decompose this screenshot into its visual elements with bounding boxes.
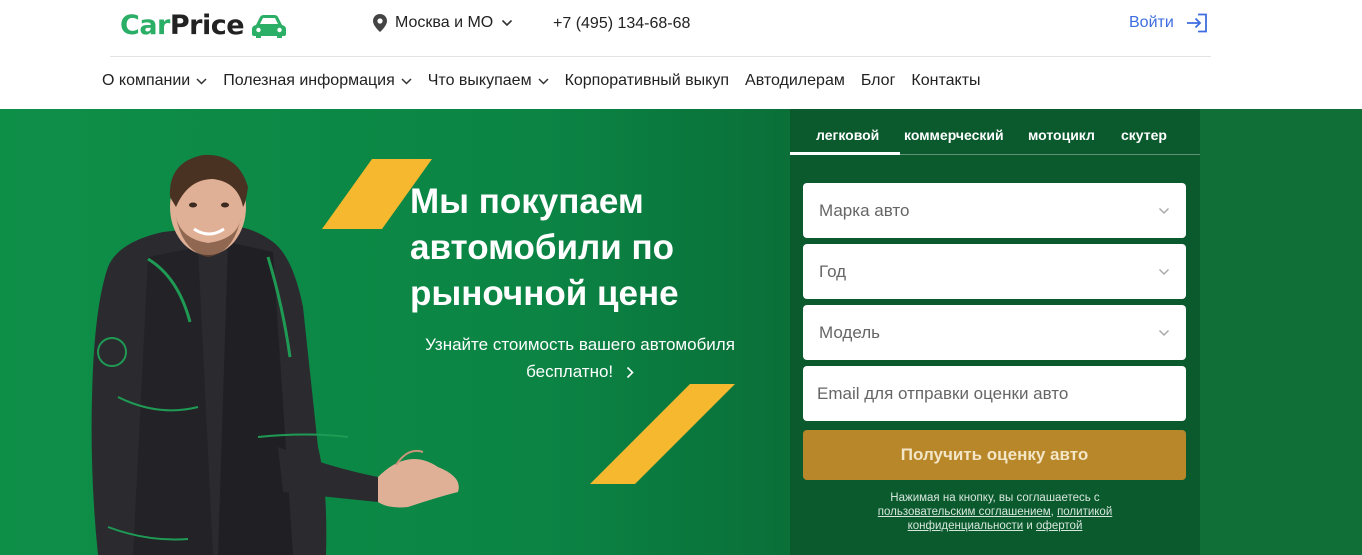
nav-item-label: Корпоративный выкуп [564, 72, 730, 89]
login-label: Войти [1129, 14, 1174, 31]
login-icon [1186, 13, 1207, 33]
get-valuation-button[interactable]: Получить оценку авто [803, 430, 1186, 480]
chevron-down-icon [401, 77, 412, 85]
email-input[interactable] [803, 366, 1186, 421]
hero-banner: Мы покупаем автомобили по рыночной цене … [0, 109, 1362, 555]
nav-item-label: Что выкупаем [427, 72, 532, 89]
active-tab-indicator [790, 152, 900, 155]
tab-passenger[interactable]: легковой [816, 127, 879, 143]
main-nav: О компании Полезная информация Что выкуп… [102, 72, 997, 90]
nav-item-what-we-buy[interactable]: Что выкупаем [428, 72, 549, 90]
car-icon [252, 14, 287, 38]
decorative-stripe [590, 384, 735, 484]
user-agreement-link[interactable]: пользовательским соглашением [878, 506, 1051, 518]
hero-subtext-link[interactable]: Узнайте стоимость вашего автомобиля бесп… [400, 331, 760, 385]
model-select[interactable]: Модель [803, 305, 1186, 360]
hero-headline: Мы покупаем автомобили по рыночной цене [410, 182, 679, 313]
nav-item-label: Автодилерам [745, 72, 845, 89]
hero-subtext: Узнайте стоимость вашего автомобиля бесп… [425, 335, 735, 381]
chevron-down-icon [538, 77, 549, 85]
chevron-down-icon [196, 77, 207, 85]
chevron-down-icon [502, 19, 513, 27]
logo-text: CarPrice [120, 10, 245, 41]
chevron-right-icon [626, 366, 634, 379]
hero-right-band [1200, 109, 1362, 555]
year-select-label: Год [819, 261, 847, 281]
legal-notice: Нажимая на кнопку, вы соглашаетесь с пол… [877, 492, 1113, 532]
phone-number[interactable]: +7 (495) 134-68-68 [553, 15, 690, 33]
model-select-label: Модель [819, 322, 881, 342]
legal-prefix: Нажимая на кнопку, вы соглашаетесь с [890, 492, 1100, 504]
legal-and: и [1026, 520, 1033, 532]
chevron-down-icon [1158, 207, 1170, 214]
year-select[interactable]: Год [803, 244, 1186, 299]
location-pin-icon [373, 14, 387, 32]
nav-item-contacts[interactable]: Контакты [911, 72, 980, 90]
offer-link[interactable]: офертой [1036, 520, 1082, 532]
region-label: Москва и МО [395, 14, 494, 31]
region-selector[interactable]: Москва и МО [373, 14, 513, 32]
nav-item-label: Контакты [911, 72, 981, 89]
tab-scooter[interactable]: скутер [1121, 127, 1167, 143]
brand-select-label: Марка авто [819, 200, 910, 220]
nav-item-label: О компании [102, 72, 191, 89]
login-button[interactable]: Войти [1129, 13, 1208, 33]
tab-motorcycle[interactable]: мотоцикл [1028, 127, 1095, 143]
nav-item-about[interactable]: О компании [102, 72, 207, 90]
chevron-down-icon [1158, 268, 1170, 275]
chevron-down-icon [1158, 329, 1170, 336]
header-divider [110, 56, 1211, 57]
valuation-form-panel: легковой коммерческий мотоцикл скутер Ма… [790, 109, 1200, 555]
nav-item-blog[interactable]: Блог [861, 72, 896, 90]
vehicle-type-tabs: легковой коммерческий мотоцикл скутер [790, 109, 1200, 155]
carprice-logo[interactable]: CarPrice [120, 10, 288, 41]
nav-item-label: Полезная информация [223, 72, 395, 89]
top-header: CarPrice Москва и МО +7 (495) 134-68-68 … [0, 0, 1362, 56]
nav-item-corporate[interactable]: Корпоративный выкуп [565, 72, 729, 90]
nav-item-useful-info[interactable]: Полезная информация [223, 72, 412, 90]
tab-commercial[interactable]: коммерческий [904, 127, 1004, 143]
brand-select[interactable]: Марка авто [803, 183, 1186, 238]
nav-item-dealers[interactable]: Автодилерам [745, 72, 845, 90]
nav-item-label: Блог [860, 72, 896, 89]
